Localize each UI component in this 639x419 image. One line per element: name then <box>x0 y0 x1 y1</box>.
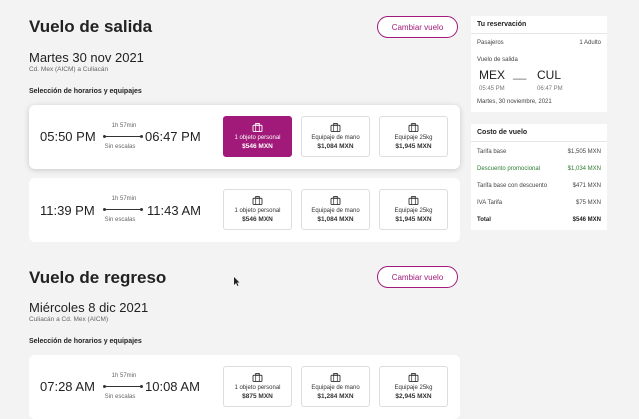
outbound-title: Vuelo de salida <box>29 17 153 36</box>
cost-row: Tarifa base con descuento $471 MXN <box>477 183 601 189</box>
fare-option-25kg[interactable]: Equipaje 25kg $1,945 MXN <box>379 116 448 157</box>
cost-label: Tarifa base con descuento <box>477 183 548 189</box>
depart-time: 05:50 PM <box>40 129 96 144</box>
cost-row: IVA Tarifa $75 MXN <box>477 200 601 206</box>
route-end-dot <box>140 385 143 388</box>
route-line <box>105 209 141 210</box>
flight-card[interactable]: 11:39 PM 1h 57min Sin escalas 11:43 AM 1… <box>29 178 460 242</box>
fare-option-personal[interactable]: 1 objeto personal $875 MXN <box>223 366 292 407</box>
cost-label: Descuento promocional <box>477 166 541 172</box>
fare-name: 1 objeto personal <box>234 135 281 141</box>
origin-code: MEX <box>479 68 506 82</box>
luggage-icon <box>252 373 263 382</box>
duration: 1h 57min <box>111 373 137 379</box>
destination-code: CUL <box>537 68 562 82</box>
cost-label: Tarifa base <box>477 149 507 155</box>
fare-option-25kg[interactable]: Equipaje 25kg $2,945 MXN <box>379 366 448 407</box>
route-line <box>105 386 141 387</box>
mouse-cursor-icon <box>234 277 240 286</box>
cost-value: $1,034 MXN <box>567 166 601 172</box>
arrive-time: 10:08 AM <box>145 379 200 394</box>
cost-row: Tarifa base $1,505 MXN <box>477 149 601 155</box>
return-route: Culiacán a Cd. Mex (AICM) <box>29 316 109 323</box>
passengers-value: 1 Adulto <box>579 40 601 46</box>
duration: 1h 57min <box>111 123 137 129</box>
fare-option-carry-on[interactable]: Equipaje de mano $1,084 MXN <box>301 116 370 157</box>
return-selection-label: Selección de horarios y equipajes <box>29 338 142 345</box>
fare-option-personal[interactable]: 1 objeto personal $546 MXN <box>223 116 292 157</box>
fare-name: Equipaje 25kg <box>394 208 433 214</box>
route-line <box>105 136 141 137</box>
cost-title: Costo de vuelo <box>471 124 607 142</box>
cost-value: $471 MXN <box>572 183 601 189</box>
route-end-dot <box>140 208 143 211</box>
route-end-dot <box>140 135 143 138</box>
fare-price: $1,945 MXN <box>395 216 432 223</box>
luggage-icon <box>408 196 419 205</box>
cost-label: IVA Tarifa <box>477 200 503 206</box>
route-separator: __ <box>513 66 527 80</box>
fare-name: Equipaje 25kg <box>394 135 433 141</box>
cost-panel: Costo de vuelo Tarifa base $1,505 MXN De… <box>471 124 607 230</box>
fare-price: $546 MXN <box>242 143 273 150</box>
cost-value: $1,505 MXN <box>567 149 601 155</box>
luggage-icon <box>252 123 263 132</box>
luggage-icon <box>408 123 419 132</box>
outbound-selection-label: Selección de horarios y equipajes <box>29 88 142 95</box>
luggage-icon <box>252 196 263 205</box>
luggage-icon <box>330 196 341 205</box>
stops: Sin escalas <box>104 217 136 223</box>
flight-card[interactable]: 05:50 PM 1h 57min Sin escalas 06:47 PM 1… <box>29 105 460 169</box>
cost-label: Total <box>477 217 491 223</box>
depart-time: 07:28 AM <box>40 379 95 394</box>
reservation-panel: Tu reservación Pasajeros 1 Adulto Vuelo … <box>471 16 607 112</box>
fare-price: $1,945 MXN <box>395 143 432 150</box>
summary-arrive-time: 06:47 PM <box>537 86 563 92</box>
fare-price: $2,945 MXN <box>395 393 432 400</box>
luggage-icon <box>330 123 341 132</box>
fare-option-personal[interactable]: 1 objeto personal $546 MXN <box>223 189 292 230</box>
fare-price: $875 MXN <box>242 393 273 400</box>
fare-name: Equipaje de mano <box>311 135 360 141</box>
flight-summary-label: Vuelo de salida <box>477 57 518 63</box>
cost-total-row: Total $546 MXN <box>477 217 601 223</box>
fare-name: 1 objeto personal <box>234 208 281 214</box>
fare-option-25kg[interactable]: Equipaje 25kg $1,945 MXN <box>379 189 448 230</box>
outbound-date: Martes 30 nov 2021 <box>29 50 144 65</box>
arrive-time: 11:43 AM <box>147 203 201 218</box>
fare-price: $546 MXN <box>242 216 273 223</box>
cost-value: $75 MXN <box>575 200 601 206</box>
stops: Sin escalas <box>104 394 136 400</box>
fare-name: 1 objeto personal <box>234 385 281 391</box>
fare-option-carry-on[interactable]: Equipaje de mano $1,284 MXN <box>301 366 370 407</box>
return-date: Miércoles 8 dic 2021 <box>29 300 149 315</box>
fare-name: Equipaje de mano <box>311 208 360 214</box>
change-outbound-button[interactable]: Cambiar vuelo <box>377 16 458 38</box>
fare-price: $1,284 MXN <box>317 393 354 400</box>
stops: Sin escalas <box>104 144 136 150</box>
duration: 1h 57min <box>111 196 137 202</box>
luggage-icon <box>330 373 341 382</box>
arrive-time: 06:47 PM <box>145 129 201 144</box>
change-return-button[interactable]: Cambiar vuelo <box>377 266 458 288</box>
outbound-route: Cd. Mex (AICM) a Culiacán <box>29 66 109 73</box>
cost-value: $546 MXN <box>572 217 601 223</box>
fare-name: Equipaje de mano <box>311 385 360 391</box>
fare-name: Equipaje 25kg <box>394 385 433 391</box>
flight-card[interactable]: 07:28 AM 1h 57min Sin escalas 10:08 AM 1… <box>29 355 460 419</box>
summary-date: Martes, 30 noviembre, 2021 <box>477 99 552 105</box>
luggage-icon <box>408 373 419 382</box>
passengers-label: Pasajeros <box>477 40 504 46</box>
fare-price: $1,084 MXN <box>317 143 354 150</box>
depart-time: 11:39 PM <box>40 203 95 218</box>
summary-depart-time: 05:45 PM <box>479 86 505 92</box>
cost-row-discount: Descuento promocional $1,034 MXN <box>477 166 601 172</box>
reservation-title: Tu reservación <box>471 16 607 34</box>
return-title: Vuelo de regreso <box>29 268 167 287</box>
fare-option-carry-on[interactable]: Equipaje de mano $1,084 MXN <box>301 189 370 230</box>
passengers-row: Pasajeros 1 Adulto <box>477 40 601 46</box>
fare-price: $1,084 MXN <box>317 216 354 223</box>
